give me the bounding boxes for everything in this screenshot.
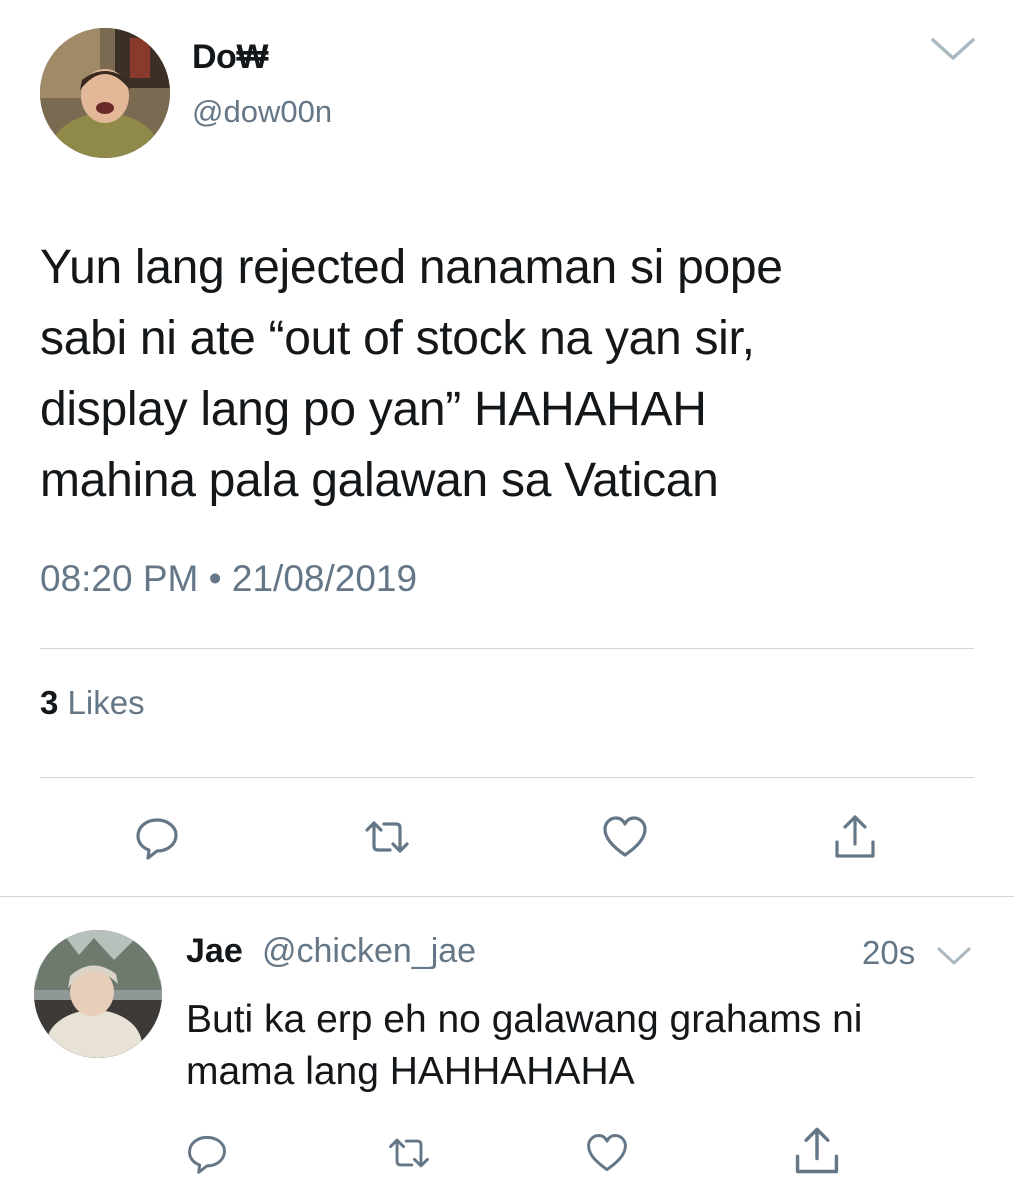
reply-icon[interactable]: [184, 1130, 230, 1176]
reply-text-line: mama lang HAHHAHAHA: [186, 1050, 635, 1093]
chevron-down-icon[interactable]: [936, 944, 972, 968]
reply-icon[interactable]: [132, 812, 182, 862]
author-handle[interactable]: @dow00n: [192, 94, 332, 130]
author-display-name[interactable]: Do₩: [192, 38, 268, 77]
reply-time-ago: 20s: [862, 934, 916, 971]
likes-label: Likes: [67, 684, 145, 721]
reply-author-handle[interactable]: @chicken_jae: [262, 932, 476, 971]
divider: [40, 777, 974, 778]
tweet-timestamp: 08:20 PM • 21/08/2019: [40, 558, 418, 599]
avatar-photo: [34, 930, 162, 1058]
reply-text: Buti ka erp eh no galawang grahams ni ma…: [186, 994, 986, 1098]
reply-author-avatar[interactable]: [34, 930, 162, 1058]
likes-summary[interactable]: 3 Likes: [40, 684, 145, 722]
divider: [0, 896, 1014, 897]
share-icon[interactable]: [830, 812, 880, 862]
like-icon[interactable]: [584, 1130, 630, 1176]
share-icon[interactable]: [790, 1124, 844, 1178]
reply-author-name[interactable]: Jae: [186, 932, 243, 971]
tweet-text-line: Yun lang rejected nanaman si pope: [40, 241, 783, 294]
chevron-down-icon[interactable]: [930, 34, 976, 64]
avatar-photo: [40, 28, 170, 158]
retweet-icon[interactable]: [386, 1130, 432, 1176]
author-avatar[interactable]: [40, 28, 170, 158]
tweet-text-line: display lang po yan” HAHAHAH: [40, 383, 707, 436]
tweet-text-line: sabi ni ate “out of stock na yan sir,: [40, 312, 755, 365]
divider: [40, 648, 974, 649]
like-icon[interactable]: [600, 812, 650, 862]
retweet-icon[interactable]: [362, 812, 412, 862]
reply-text-line: Buti ka erp eh no galawang grahams ni: [186, 998, 863, 1041]
likes-count: 3: [40, 684, 59, 721]
tweet-text: Yun lang rejected nanaman si pope sabi n…: [40, 232, 980, 516]
tweet-text-line: mahina pala galawan sa Vatican: [40, 454, 719, 507]
